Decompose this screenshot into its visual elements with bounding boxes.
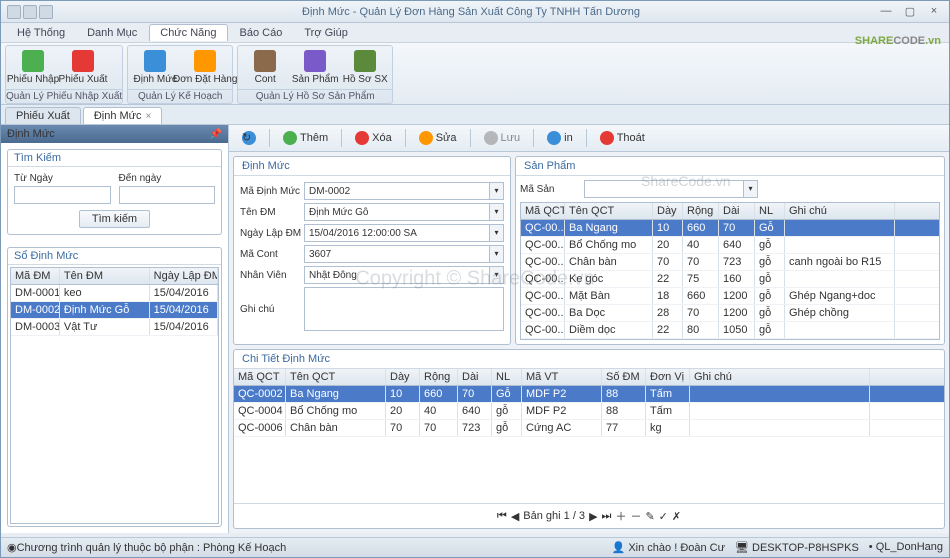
sp-search-input[interactable] <box>584 180 744 198</box>
table-row[interactable]: QC-00..Ba Ngang1066070Gỗ <box>521 220 939 237</box>
ribbon-button[interactable]: Đơn Đặt Hàng <box>180 48 230 87</box>
close-button[interactable]: × <box>925 5 943 18</box>
qat-dd[interactable] <box>39 5 53 19</box>
exit-button[interactable]: Thoát <box>593 128 652 148</box>
refresh-button[interactable]: ↻ <box>235 128 263 148</box>
last-icon[interactable]: ⏭ <box>602 510 612 523</box>
tabstrip: Phiếu XuấtĐịnh Mức × <box>1 105 949 125</box>
dropdown-icon[interactable]: ▾ <box>490 182 504 200</box>
sp-grid[interactable]: Mã QCTTên QCTDàyRộngDàiNLGhi chúQC-00..B… <box>520 202 940 340</box>
menu-item[interactable]: Chức Năng <box>149 24 227 41</box>
statusbar: ◉ Chương trình quản lý thuộc bộ phận : P… <box>1 537 949 557</box>
table-row[interactable]: QC-0006Chân bàn7070723gỗCứng AC77kg <box>234 420 944 437</box>
search-button[interactable]: Tìm kiếm <box>79 210 150 228</box>
dropdown-icon[interactable]: ▾ <box>490 203 504 221</box>
detail-box: Chi Tiết Định Mức Mã QCTTên QCTDàyRộngDà… <box>233 349 945 529</box>
search-group: Tìm Kiếm Từ Ngày Đến ngày Tìm kiếm <box>7 149 222 235</box>
right-pane: ↻ Thêm Xóa Sửa Lưu in Thoát Định Mức Mã … <box>229 125 949 533</box>
ribbon: Phiếu NhậpPhiếu XuấtQuản Lý Phiếu Nhập X… <box>1 43 949 105</box>
dropdown-icon[interactable]: ▾ <box>490 224 504 242</box>
print-button[interactable]: in <box>540 128 580 148</box>
qat-btn[interactable] <box>7 5 21 19</box>
ribbon-icon <box>354 50 376 72</box>
sanpham-box: Sản Phẩm Mã Sản▾ Mã QCTTên QCTDàyRộngDài… <box>515 156 945 345</box>
save-button[interactable]: Lưu <box>477 128 528 148</box>
detail-grid[interactable]: Mã QCTTên QCTDàyRộngDàiNLMã VTSố ĐMĐơn V… <box>234 369 944 503</box>
left-pane: Định Mức📌 Tìm Kiếm Từ Ngày Đến ngày Tìm … <box>1 125 229 533</box>
tenDM-input[interactable] <box>304 203 490 221</box>
ribbon-icon <box>194 50 216 72</box>
ribbon-button[interactable]: Cont <box>240 48 290 87</box>
table-row[interactable]: DM-0003Vật Tư15/04/2016 <box>11 319 218 336</box>
next-icon[interactable]: ▶ <box>589 510 597 523</box>
form-dinhmuc: Định Mức Mã Định Mức▾Tên ĐM▾Ngày Lập ĐM▾… <box>233 156 511 345</box>
table-row[interactable]: QC-00..Ba Dọc28701200gỗGhép chồng <box>521 305 939 322</box>
dm-grid[interactable]: Mã ĐMTên ĐMNgày Lập ĐMDM-0001keo15/04/20… <box>10 267 219 524</box>
menu-item[interactable]: Báo Cáo <box>230 25 293 41</box>
titlebar: Định Mức - Quản Lý Đơn Hàng Sản Xuất Côn… <box>1 1 949 23</box>
menu-item[interactable]: Danh Mục <box>77 25 147 41</box>
delete-button[interactable]: Xóa <box>348 128 399 148</box>
edit-button[interactable]: Sửa <box>412 128 464 148</box>
to-label: Đến ngày <box>119 173 216 184</box>
table-row[interactable]: QC-00..Diềm dọc22801050gỗ <box>521 322 939 339</box>
tab[interactable]: Định Mức × <box>83 107 163 124</box>
table-row[interactable]: QC-0004Bổ Chống mo2040640gỗMDF P288Tấm <box>234 403 944 420</box>
pager[interactable]: ⏮◀ Bản ghi 1 / 3 ▶⏭ ＋－✎✓✗ <box>234 503 944 528</box>
ribbon-button[interactable]: Sản Phẩm <box>290 48 340 87</box>
table-row[interactable]: DM-0001keo15/04/2016 <box>11 285 218 302</box>
ribbon-button[interactable]: Hồ Sơ SX <box>340 48 390 87</box>
table-row[interactable]: QC-0002Ba Ngang1066070GỗMDF P288Tấm <box>234 386 944 403</box>
window-title: Định Mức - Quản Lý Đơn Hàng Sản Xuất Côn… <box>65 6 877 18</box>
add-button[interactable]: Thêm <box>276 128 335 148</box>
table-row[interactable]: QC-00..Chân bàn7070723gỗcanh ngoài bo R1… <box>521 254 939 271</box>
logo: SHARECODE.vn <box>855 31 941 49</box>
quick-access <box>7 5 53 19</box>
qat-btn[interactable] <box>23 5 37 19</box>
ngay-input[interactable] <box>304 224 490 242</box>
ghichu-input[interactable] <box>304 287 504 331</box>
toolbar: ↻ Thêm Xóa Sửa Lưu in Thoát <box>229 125 949 152</box>
ribbon-button[interactable]: Phiếu Nhập <box>8 48 58 87</box>
ribbon-icon <box>254 50 276 72</box>
ribbon-icon <box>72 50 94 72</box>
dropdown-icon[interactable]: ▾ <box>490 245 504 263</box>
menubar: Hệ ThốngDanh MụcChức NăngBáo CáoTrợ Giúp <box>1 23 949 43</box>
table-row[interactable]: QC-00..Ke góc2275160gỗ <box>521 271 939 288</box>
maximize-button[interactable]: ▢ <box>901 5 919 18</box>
from-label: Từ Ngày <box>14 173 111 184</box>
ribbon-icon <box>144 50 166 72</box>
tab-close-icon[interactable]: × <box>146 111 152 122</box>
prev-icon[interactable]: ◀ <box>511 510 519 523</box>
ribbon-button[interactable]: Phiếu Xuất <box>58 48 108 87</box>
table-row[interactable]: DM-0002Định Mức Gỗ15/04/2016 <box>11 302 218 319</box>
dropdown-icon[interactable]: ▾ <box>490 266 504 284</box>
pane-header: Định Mức📌 <box>1 125 228 143</box>
first-icon[interactable]: ⏮ <box>497 510 507 523</box>
menu-item[interactable]: Hệ Thống <box>7 25 75 41</box>
to-date-input[interactable] <box>119 186 216 204</box>
dropdown-icon[interactable]: ▾ <box>744 180 758 198</box>
table-row[interactable]: QC-00..Bổ Chống mo2040640gỗ <box>521 237 939 254</box>
bullet-icon: ◉ <box>7 541 17 554</box>
ribbon-icon <box>22 50 44 72</box>
maDM-input[interactable] <box>304 182 490 200</box>
from-date-input[interactable] <box>14 186 111 204</box>
maCont-input[interactable] <box>304 245 490 263</box>
ribbon-icon <box>304 50 326 72</box>
table-row[interactable]: QC-00..Mặt Bàn186601200gỗGhép Ngang+doc <box>521 288 939 305</box>
pin-icon[interactable]: 📌 <box>210 129 222 140</box>
nhanVien-input[interactable] <box>304 266 490 284</box>
minimize-button[interactable]: — <box>877 5 895 18</box>
menu-item[interactable]: Trợ Giúp <box>294 25 357 41</box>
dm-list-group: Sổ Định Mức Mã ĐMTên ĐMNgày Lập ĐMDM-000… <box>7 247 222 527</box>
tab[interactable]: Phiếu Xuất <box>5 107 81 124</box>
